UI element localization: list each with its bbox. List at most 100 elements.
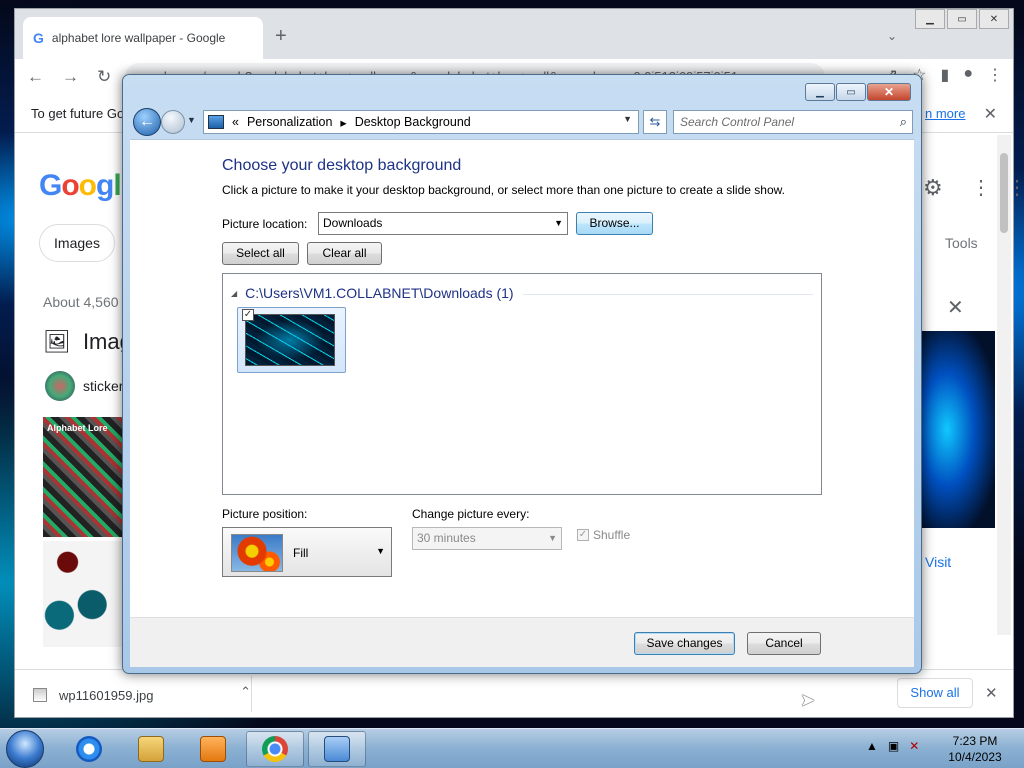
- tab-search-chevron-icon[interactable]: ⌄: [887, 29, 897, 43]
- address-breadcrumb[interactable]: « Personalization ▸ Desktop Background ▼: [203, 110, 639, 134]
- sticker-avatar: [45, 371, 75, 401]
- picture-position-select[interactable]: Fill ▼: [222, 527, 392, 577]
- breadcrumb-overflow[interactable]: «: [232, 115, 239, 129]
- collapse-triangle-icon[interactable]: ◢: [231, 289, 237, 298]
- divider: [523, 294, 813, 295]
- images-filter-chip[interactable]: Images: [39, 224, 115, 262]
- new-tab-button[interactable]: +: [275, 25, 287, 48]
- select-all-button[interactable]: Select all: [222, 242, 299, 265]
- info-bar-text: To get future Go: [31, 106, 125, 121]
- maximize-icon[interactable]: ▭: [836, 83, 866, 101]
- tab-title: alphabet lore wallpaper - Google: [51, 31, 226, 45]
- window-controls: ▁ ▭ ✕: [805, 83, 911, 101]
- shuffle-checkbox[interactable]: ✓: [577, 529, 589, 541]
- picture-location-label: Picture location:: [222, 217, 308, 231]
- dialog-footer: Save changes Cancel: [130, 617, 914, 667]
- sticker-chip[interactable]: sticker: [45, 371, 123, 401]
- side-panel-icon[interactable]: ▮: [941, 65, 950, 85]
- page-title: Choose your desktop background: [222, 157, 462, 174]
- reload-icon[interactable]: ↻: [97, 67, 111, 87]
- minimize-icon[interactable]: ▁: [915, 9, 945, 29]
- media-player-icon: [200, 736, 226, 762]
- picture-list[interactable]: ◢ C:\Users\VM1.COLLABNET\Downloads (1) ✓: [222, 273, 822, 495]
- forward-arrow-icon[interactable]: →: [62, 67, 79, 87]
- fill-preview-icon: [231, 534, 283, 572]
- recent-pages-chevron-icon[interactable]: ▼: [187, 115, 196, 125]
- shuffle-label: Shuffle: [593, 528, 631, 542]
- clock[interactable]: 7:23 PM 10/4/2023: [940, 733, 1010, 765]
- taskbar-media-player[interactable]: [184, 731, 242, 767]
- dropdown-arrow-icon: ▼: [376, 546, 385, 556]
- breadcrumb-desktop-background[interactable]: Desktop Background: [355, 115, 471, 129]
- tools-button[interactable]: Tools: [945, 235, 978, 251]
- visit-link[interactable]: Visit: [925, 554, 951, 570]
- learn-more-link[interactable]: n more: [925, 106, 965, 121]
- restore-icon[interactable]: ▭: [947, 9, 977, 29]
- google-logo[interactable]: Googl: [39, 169, 122, 203]
- taskbar: ▲ ▣ ✕ 7:23 PM 10/4/2023: [0, 728, 1024, 768]
- dropdown-arrow-icon: ▼: [548, 533, 557, 543]
- minimize-icon[interactable]: ▁: [805, 83, 835, 101]
- address-dropdown-icon[interactable]: ▼: [623, 114, 632, 124]
- forward-arrow-icon[interactable]: [161, 110, 185, 134]
- picture-tile[interactable]: ✓: [237, 307, 346, 373]
- chrome-window-controls: ▁ ▭ ✕: [915, 9, 1009, 29]
- menu-kebab-icon[interactable]: ⋮: [987, 65, 1003, 85]
- download-item[interactable]: wp11601959.jpg ⌃: [33, 680, 251, 710]
- picture-location-select[interactable]: Downloads ▼: [318, 212, 568, 235]
- refresh-icon[interactable]: ⇆: [643, 110, 667, 134]
- scrollbar-thumb[interactable]: [1000, 153, 1008, 233]
- browser-tab[interactable]: G alphabet lore wallpaper - Google: [23, 17, 263, 59]
- cancel-button[interactable]: Cancel: [747, 632, 821, 655]
- settings-gear-icon[interactable]: ⚙: [923, 175, 943, 201]
- tab-bar: G alphabet lore wallpaper - Google + ⌄ ▁…: [15, 9, 1013, 59]
- search-icon[interactable]: ⌕: [900, 111, 907, 133]
- image-result-thumbnail[interactable]: Alphabet Lore: [43, 417, 125, 537]
- clear-all-button[interactable]: Clear all: [307, 242, 382, 265]
- taskbar-internet-explorer[interactable]: [60, 731, 118, 767]
- divider: [251, 676, 252, 712]
- search-input[interactable]: Search Control Panel ⌕: [673, 110, 913, 134]
- control-panel-icon: [324, 736, 350, 762]
- show-all-button[interactable]: Show all: [897, 678, 973, 708]
- close-preview-icon[interactable]: ✕: [947, 295, 964, 320]
- images-section-heading: 🖼 Imag: [43, 329, 132, 354]
- page-description: Click a picture to make it your desktop …: [222, 183, 785, 197]
- change-interval-select[interactable]: 30 minutes ▼: [412, 527, 562, 550]
- taskbar-control-panel[interactable]: [308, 731, 366, 767]
- breadcrumb-personalization[interactable]: Personalization: [247, 115, 332, 129]
- chevron-up-icon[interactable]: ⌃: [240, 684, 251, 700]
- folder-group-header[interactable]: ◢ C:\Users\VM1.COLLABNET\Downloads (1): [231, 285, 514, 301]
- desktop-background-window: ▁ ▭ ✕ ← ▼ « Personalization ▸ Desktop Ba…: [122, 74, 922, 674]
- page-scrollbar[interactable]: [997, 135, 1011, 635]
- picture-position-label: Picture position:: [222, 507, 308, 521]
- browse-button[interactable]: Browse...: [576, 212, 653, 235]
- dropdown-arrow-icon: ▼: [554, 218, 563, 228]
- save-changes-button[interactable]: Save changes: [634, 632, 735, 655]
- start-button[interactable]: [6, 730, 44, 768]
- mouse-cursor-icon: ➤: [800, 690, 816, 710]
- downloads-close-icon[interactable]: ✕: [985, 684, 998, 702]
- picture-checkbox[interactable]: ✓: [242, 309, 254, 321]
- breadcrumb-separator[interactable]: ▸: [340, 115, 346, 130]
- downloads-bar: wp11601959.jpg ⌃ Show all ✕: [15, 669, 1013, 717]
- info-bar-close-icon[interactable]: ✕: [984, 104, 997, 124]
- close-icon[interactable]: ✕: [867, 83, 911, 101]
- google-favicon-icon: G: [33, 30, 44, 46]
- download-filename: wp11601959.jpg: [59, 687, 154, 703]
- folder-icon: [138, 736, 164, 762]
- back-arrow-icon[interactable]: ←: [133, 108, 161, 136]
- change-picture-label: Change picture every:: [412, 507, 530, 521]
- close-icon[interactable]: ✕: [979, 9, 1009, 29]
- back-arrow-icon[interactable]: ←: [27, 67, 44, 87]
- network-icon[interactable]: ▣: [888, 739, 899, 753]
- volume-muted-icon[interactable]: ✕: [909, 739, 919, 753]
- show-hidden-icons-icon[interactable]: ▲: [866, 739, 878, 753]
- clock-date: 10/4/2023: [948, 750, 1002, 764]
- image-preview[interactable]: [915, 331, 995, 528]
- taskbar-windows-explorer[interactable]: [122, 731, 180, 767]
- wallpaper-thumbnail: [245, 314, 335, 366]
- profile-icon[interactable]: ●: [963, 65, 973, 85]
- image-result-thumbnail[interactable]: [43, 541, 125, 647]
- taskbar-chrome[interactable]: [246, 731, 304, 767]
